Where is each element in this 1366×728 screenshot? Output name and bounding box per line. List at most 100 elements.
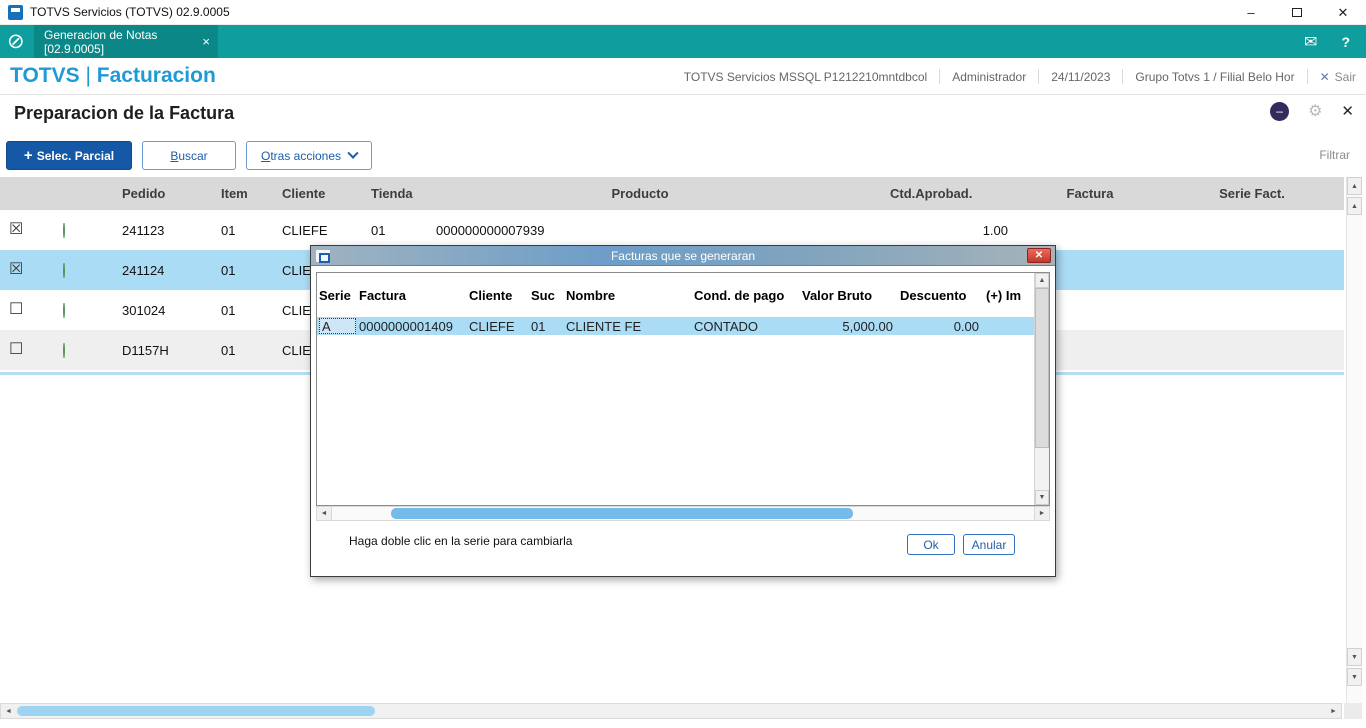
filter-link[interactable]: Filtrar xyxy=(1319,148,1350,162)
dcol-nombre[interactable]: Nombre xyxy=(564,288,692,303)
tab-generacion-de-notas[interactable]: Generacion de Notas [02.9.0005] × xyxy=(34,25,218,58)
col-producto[interactable]: Producto xyxy=(430,186,850,201)
exit-x-icon: ✕ xyxy=(1319,69,1330,84)
cell-producto: 000000000007939 xyxy=(436,222,545,238)
minimize-button[interactable]: – xyxy=(1228,0,1274,25)
cell-ctd: 1.00 xyxy=(982,222,1008,238)
scroll-down-icon[interactable]: ▼ xyxy=(1347,668,1362,686)
scroll-up-icon[interactable]: ▲ xyxy=(1347,197,1362,215)
row-checkbox[interactable]: ☐ xyxy=(0,342,48,358)
gear-icon[interactable]: ⚙ xyxy=(1308,101,1322,121)
col-serie-fact[interactable]: Serie Fact. xyxy=(1160,186,1344,201)
cell-pedido: 241124 xyxy=(122,262,165,278)
dialog-table-row[interactable]: A 0000000001409 CLIEFE 01 CLIENTE FE CON… xyxy=(317,317,1034,335)
other-actions-button[interactable]: Otras acciones xyxy=(246,141,372,170)
row-checkbox[interactable]: ☒ xyxy=(0,262,48,278)
status-green-icon xyxy=(63,262,65,278)
scroll-down-icon[interactable]: ▼ xyxy=(1347,648,1362,666)
col-factura[interactable]: Factura xyxy=(1020,186,1160,201)
main-vertical-scrollbar[interactable]: ▲ ▲ ▼ ▼ xyxy=(1346,177,1362,719)
dcell-valor-bruto: 5,000.00 xyxy=(842,318,893,334)
main-horizontal-scroll-thumb[interactable] xyxy=(17,706,375,716)
ok-button[interactable]: Ok xyxy=(907,534,955,555)
close-button[interactable]: ✕ xyxy=(1320,0,1366,25)
table-row[interactable]: ☒ 241123 01 CLIEFE 01 000000000007939 1.… xyxy=(0,210,1344,250)
col-ctd-aprobad[interactable]: Ctd.Aprobad. xyxy=(850,186,1020,201)
window-title: TOTVS Servicios (TOTVS) 02.9.0005 xyxy=(30,5,230,19)
select-partial-button[interactable]: + Selec. Parcial xyxy=(6,141,132,170)
dialog-grid: Serie Factura Cliente Suc Nombre Cond. d… xyxy=(316,272,1050,506)
chevron-down-icon xyxy=(347,147,359,159)
page-title: Preparacion de la Factura xyxy=(14,103,235,123)
dcell-serie[interactable]: A xyxy=(317,318,357,334)
scroll-right-icon[interactable]: ► xyxy=(1034,507,1049,520)
dcol-descuento[interactable]: Descuento xyxy=(898,288,984,303)
search-label: Buscar xyxy=(170,148,208,163)
exit-label: Sair xyxy=(1334,69,1356,84)
tab-label: Generacion de Notas [02.9.0005] xyxy=(44,27,158,56)
divider xyxy=(939,69,941,84)
main-horizontal-scrollbar[interactable]: ◄ ► xyxy=(0,703,1342,719)
dialog-vertical-scrollbar[interactable]: ▲ ▼ xyxy=(1034,273,1049,505)
status-green-icon xyxy=(63,222,65,238)
search-button[interactable]: Buscar xyxy=(142,141,236,170)
row-checkbox[interactable]: ☐ xyxy=(0,302,48,318)
horizontal-scroll-thumb[interactable] xyxy=(391,508,853,519)
scrollbar-corner xyxy=(1344,703,1362,719)
help-icon[interactable]: ? xyxy=(1341,34,1350,50)
serie-focus-cell[interactable]: A xyxy=(319,318,356,334)
dcol-cliente[interactable]: Cliente xyxy=(467,288,529,303)
brand-title: TOTVS | Facturacion xyxy=(10,64,216,88)
scroll-left-icon[interactable]: ◄ xyxy=(1,704,16,718)
col-cliente[interactable]: Cliente xyxy=(260,186,360,201)
scroll-down-icon[interactable]: ▼ xyxy=(1035,490,1049,505)
dcell-factura: 0000000001409 xyxy=(359,318,453,334)
cell-tienda: 01 xyxy=(371,222,386,238)
maximize-icon xyxy=(1292,8,1302,17)
current-date: 24/11/2023 xyxy=(1051,69,1111,84)
cell-item: 01 xyxy=(221,342,236,358)
cancel-button[interactable]: Anular xyxy=(963,534,1015,555)
status-green-icon xyxy=(63,342,65,358)
dcol-serie[interactable]: Serie xyxy=(317,288,357,303)
dialog-system-icon[interactable] xyxy=(315,249,331,263)
cell-item: 01 xyxy=(221,262,236,278)
toolbar: + Selec. Parcial Buscar Otras acciones F… xyxy=(0,135,1366,177)
dialog-titlebar[interactable]: Facturas que se generaran ✕ xyxy=(311,246,1055,266)
exit-button[interactable]: ✕ Sair xyxy=(1320,70,1356,84)
tab-close-icon[interactable]: × xyxy=(202,34,210,49)
row-checkbox[interactable]: ☒ xyxy=(0,222,48,238)
status-cell xyxy=(48,262,104,278)
divider xyxy=(1122,69,1124,84)
maximize-button[interactable] xyxy=(1274,0,1320,25)
page-close-icon[interactable]: ✕ xyxy=(1341,102,1354,120)
scroll-up-icon[interactable]: ▲ xyxy=(1035,273,1049,288)
module-header: TOTVS | Facturacion TOTVS Servicios MSSQ… xyxy=(0,58,1366,95)
cell-item: 01 xyxy=(221,302,236,318)
col-tienda[interactable]: Tienda xyxy=(360,186,430,201)
dcell-suc: 01 xyxy=(531,318,546,334)
dcol-factura[interactable]: Factura xyxy=(357,288,467,303)
dialog-close-button[interactable]: ✕ xyxy=(1027,248,1051,263)
col-pedido[interactable]: Pedido xyxy=(104,186,210,201)
totvs-logo-icon[interactable]: ⊘ xyxy=(7,29,25,54)
dcol-valor-bruto[interactable]: Valor Bruto xyxy=(800,288,898,303)
dialog-horizontal-scrollbar[interactable]: ◄ ► xyxy=(316,506,1050,521)
status-cell xyxy=(48,222,104,238)
mail-icon[interactable]: ✉ xyxy=(1304,32,1317,52)
scroll-left-icon[interactable]: ◄ xyxy=(317,507,332,520)
cell-pedido: 301024 xyxy=(122,302,166,318)
environment-info: TOTVS Servicios MSSQL P1212210mntdbcol A… xyxy=(684,58,1356,95)
vertical-scroll-thumb[interactable] xyxy=(1035,288,1049,448)
assistant-icon[interactable]: – xyxy=(1270,101,1290,121)
scroll-up-icon[interactable]: ▲ xyxy=(1347,177,1362,195)
dcol-suc[interactable]: Suc xyxy=(529,288,564,303)
dcol-cond-pago[interactable]: Cond. de pago xyxy=(692,288,800,303)
user-name: Administrador xyxy=(952,69,1027,84)
dcol-impuesto[interactable]: (+) Im xyxy=(984,288,1034,303)
scroll-right-icon[interactable]: ► xyxy=(1326,704,1341,718)
col-item[interactable]: Item xyxy=(210,186,260,201)
page-title-bar: Preparacion de la Factura – ⚙ ✕ xyxy=(0,95,1366,135)
tab-bar: ⊘ Generacion de Notas [02.9.0005] × ✉ ? xyxy=(0,25,1366,58)
status-green-icon xyxy=(63,302,65,318)
